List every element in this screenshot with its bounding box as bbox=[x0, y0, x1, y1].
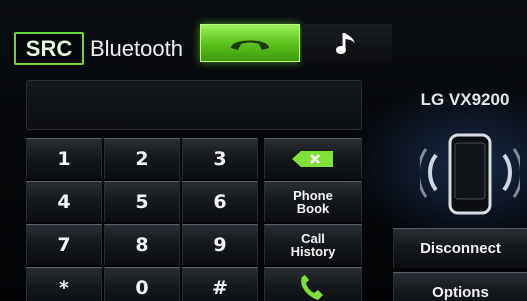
music-note-icon bbox=[336, 33, 355, 54]
key-4[interactable]: 4 bbox=[26, 181, 102, 222]
call-history-button[interactable]: Call History bbox=[264, 224, 362, 265]
key-7[interactable]: 7 bbox=[26, 224, 102, 265]
call-icon bbox=[301, 275, 323, 300]
call-history-label-line2: History bbox=[290, 244, 336, 259]
key-3[interactable]: 3 bbox=[182, 138, 258, 179]
tab-music[interactable] bbox=[302, 24, 392, 62]
key-1[interactable]: 1 bbox=[26, 138, 102, 179]
device-graphic bbox=[417, 125, 523, 225]
bluetooth-phone-icon bbox=[417, 133, 523, 215]
key-hash[interactable]: # bbox=[182, 267, 258, 301]
key-star[interactable]: * bbox=[26, 267, 102, 301]
dial-keypad: 1 2 3 4 5 6 Phone Book 7 8 9 Call Histor… bbox=[26, 138, 366, 301]
backspace-button[interactable] bbox=[264, 138, 362, 179]
key-0[interactable]: 0 bbox=[104, 267, 180, 301]
key-9[interactable]: 9 bbox=[182, 224, 258, 265]
phone-book-button[interactable]: Phone Book bbox=[264, 181, 362, 222]
key-5[interactable]: 5 bbox=[104, 181, 180, 222]
phone-book-label-line2: Book bbox=[296, 201, 330, 216]
phone-handset-icon bbox=[231, 40, 269, 50]
disconnect-button[interactable]: Disconnect bbox=[393, 228, 527, 268]
top-bar: SRC Bluetooth bbox=[0, 0, 527, 78]
number-display[interactable] bbox=[26, 80, 362, 130]
backspace-icon bbox=[292, 151, 333, 167]
call-button[interactable] bbox=[264, 267, 362, 301]
key-2[interactable]: 2 bbox=[104, 138, 180, 179]
options-button[interactable]: Options bbox=[393, 272, 527, 301]
key-8[interactable]: 8 bbox=[104, 224, 180, 265]
mode-title: Bluetooth bbox=[90, 36, 183, 61]
key-6[interactable]: 6 bbox=[182, 181, 258, 222]
src-button[interactable]: SRC bbox=[14, 32, 84, 65]
device-name: LG VX9200 bbox=[420, 90, 510, 109]
bluetooth-phone-screen: SRC Bluetooth 1 2 3 4 5 6 Phone Book 7 8… bbox=[0, 0, 527, 301]
tab-phone[interactable] bbox=[200, 24, 300, 62]
